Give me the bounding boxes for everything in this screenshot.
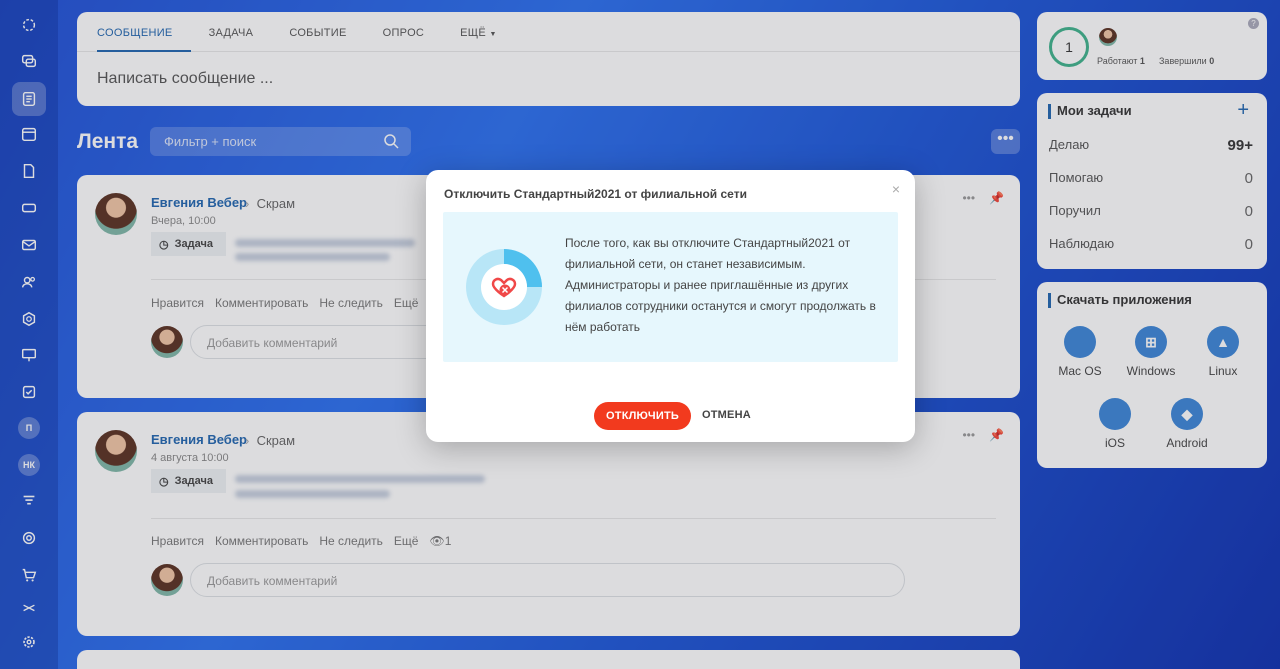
close-icon[interactable]: × xyxy=(889,182,903,196)
disconnect-icon xyxy=(466,249,542,325)
disconnect-button[interactable]: ОТКЛЮЧИТЬ xyxy=(594,402,691,430)
cancel-button[interactable]: ОТМЕНА xyxy=(702,409,751,421)
dialog-message: После того, как вы отключите Стандартный… xyxy=(565,236,876,334)
dialog-info-panel: После того, как вы отключите Стандартный… xyxy=(443,212,898,362)
disconnect-dialog: Отключить Стандартный2021 от филиальной … xyxy=(426,170,915,442)
dialog-title: Отключить Стандартный2021 от филиальной … xyxy=(444,187,747,201)
